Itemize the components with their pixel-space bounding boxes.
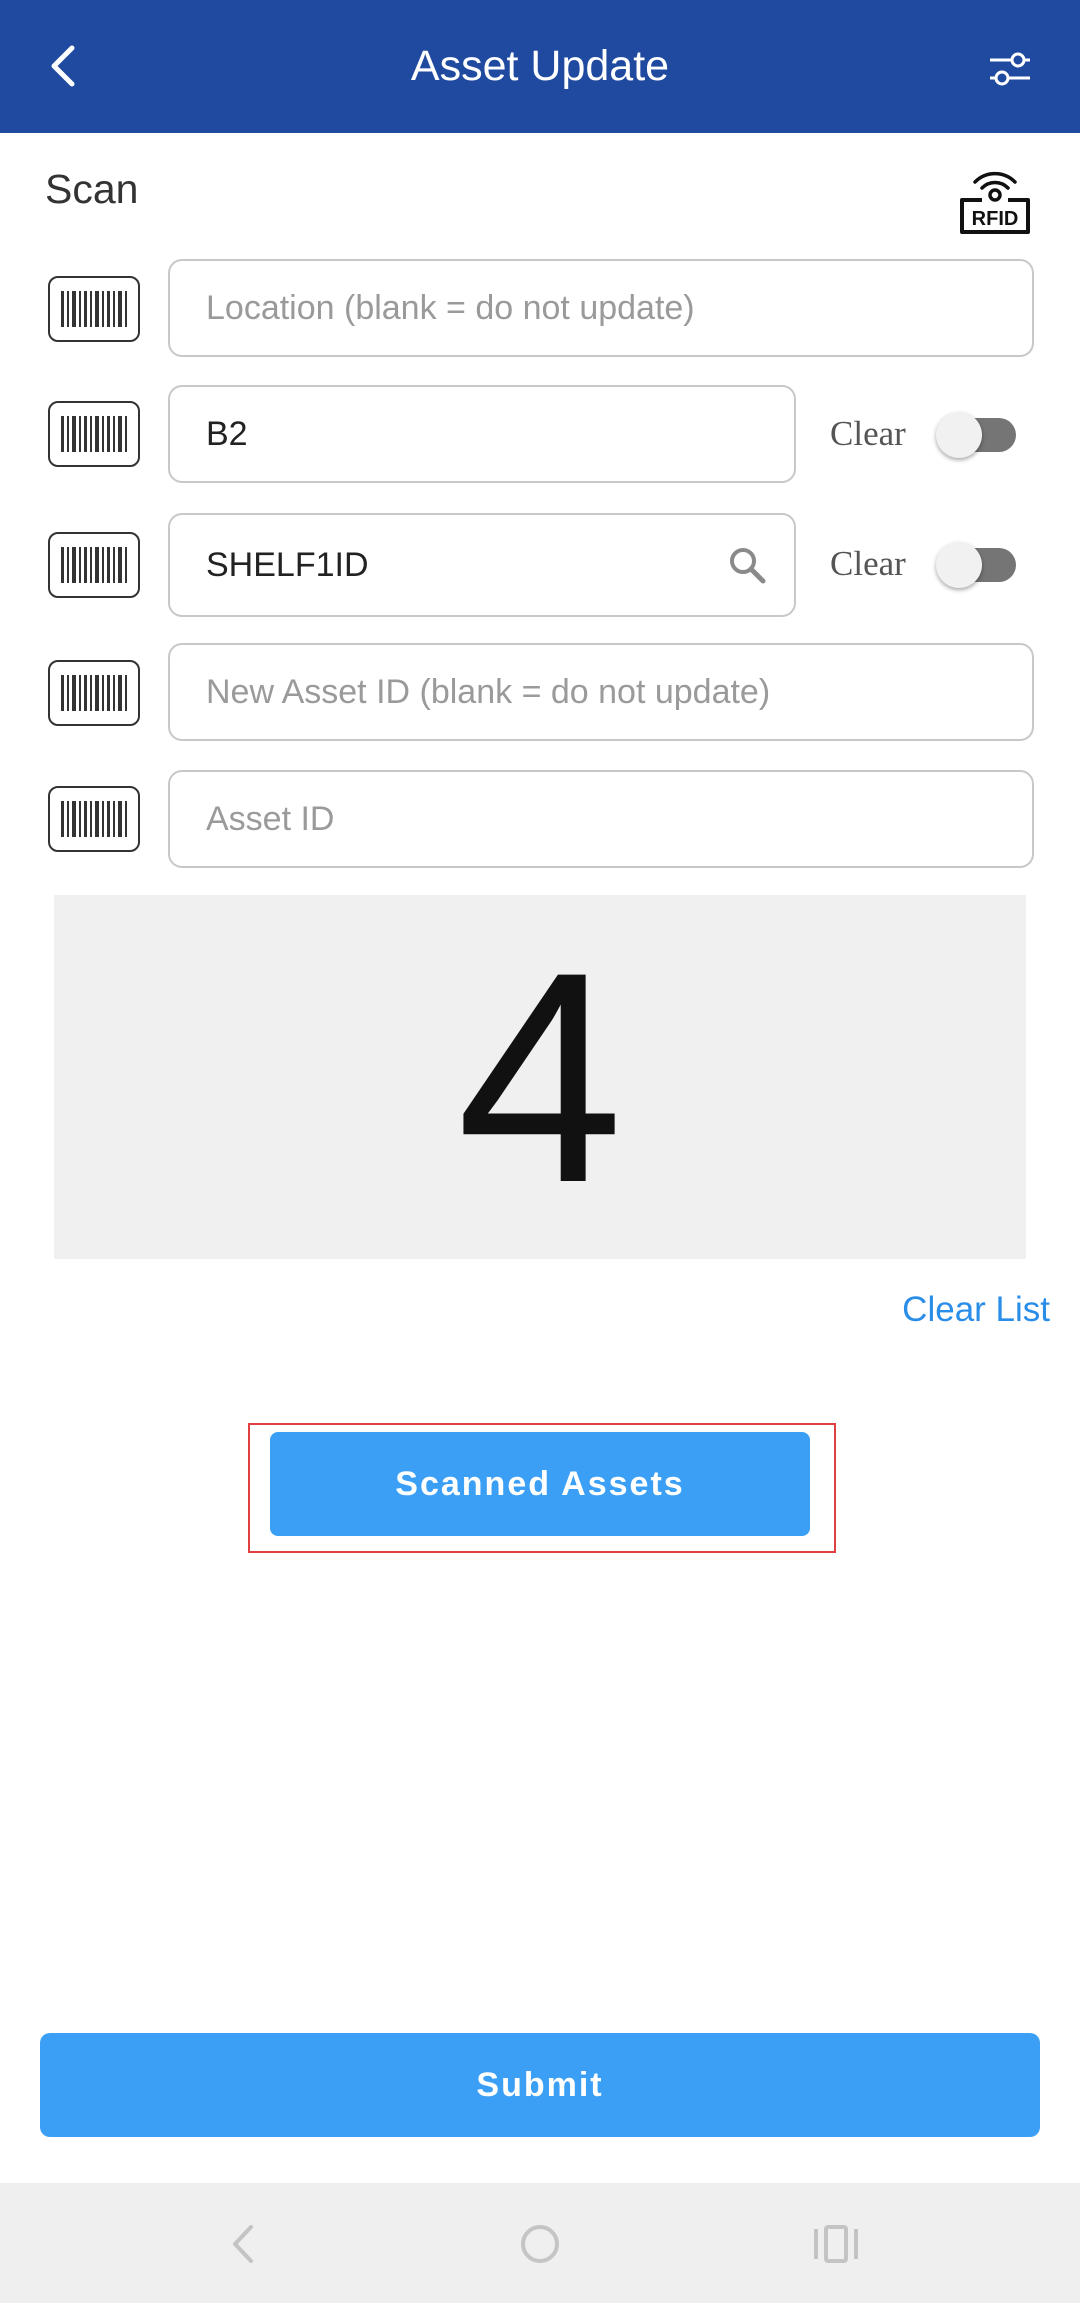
barcode-icon [61, 291, 127, 327]
new-asset-field [168, 643, 1034, 741]
scan-sublocation-button[interactable] [48, 401, 140, 467]
scan-count-value: 4 [456, 909, 624, 1245]
shelf-input[interactable] [206, 515, 770, 615]
clear-list-link[interactable]: Clear List [902, 1290, 1050, 1330]
scan-new-asset-button[interactable] [48, 660, 140, 726]
svg-text:RFID: RFID [972, 208, 1019, 230]
sublocation-field [168, 385, 796, 483]
asset-field [168, 770, 1034, 868]
shelf-clear-toggle[interactable] [936, 542, 1018, 588]
nav-back-icon[interactable] [213, 2219, 273, 2269]
barcode-icon [61, 416, 127, 452]
sublocation-clear-label: Clear [830, 414, 906, 453]
barcode-icon [61, 547, 127, 583]
scan-location-button[interactable] [48, 276, 140, 342]
location-field [168, 259, 1034, 357]
scan-shelf-button[interactable] [48, 532, 140, 598]
search-icon[interactable] [728, 546, 766, 584]
shelf-field [168, 513, 796, 617]
barcode-icon [61, 675, 127, 711]
filter-button[interactable] [980, 44, 1040, 94]
toggle-thumb [936, 412, 982, 458]
scan-label: Scan [45, 166, 139, 212]
toggle-thumb [936, 542, 982, 588]
barcode-icon [61, 801, 127, 837]
submit-button[interactable]: Submit [40, 2033, 1040, 2137]
scanned-assets-button[interactable]: Scanned Assets [270, 1432, 810, 1536]
shelf-clear-label: Clear [830, 544, 906, 583]
nav-recents-icon[interactable] [806, 2219, 866, 2269]
sliders-icon [990, 52, 1030, 86]
new-asset-input[interactable] [206, 645, 1008, 739]
page-title: Asset Update [410, 42, 670, 90]
system-nav-bar [0, 2183, 1080, 2303]
asset-input[interactable] [206, 772, 1008, 866]
nav-home-icon[interactable] [510, 2219, 570, 2269]
app-screen: Asset Update Scan RFID Location (blank =… [0, 0, 1080, 2303]
location-input[interactable] [206, 261, 1008, 355]
scan-count-display: 4 [54, 895, 1026, 1259]
rfid-icon: RFID [960, 171, 1030, 234]
scan-asset-button[interactable] [48, 786, 140, 852]
sublocation-input[interactable] [206, 387, 770, 481]
app-header: Asset Update [0, 0, 1080, 133]
sublocation-clear-toggle[interactable] [936, 412, 1018, 458]
rfid-button[interactable]: RFID [958, 160, 1032, 234]
